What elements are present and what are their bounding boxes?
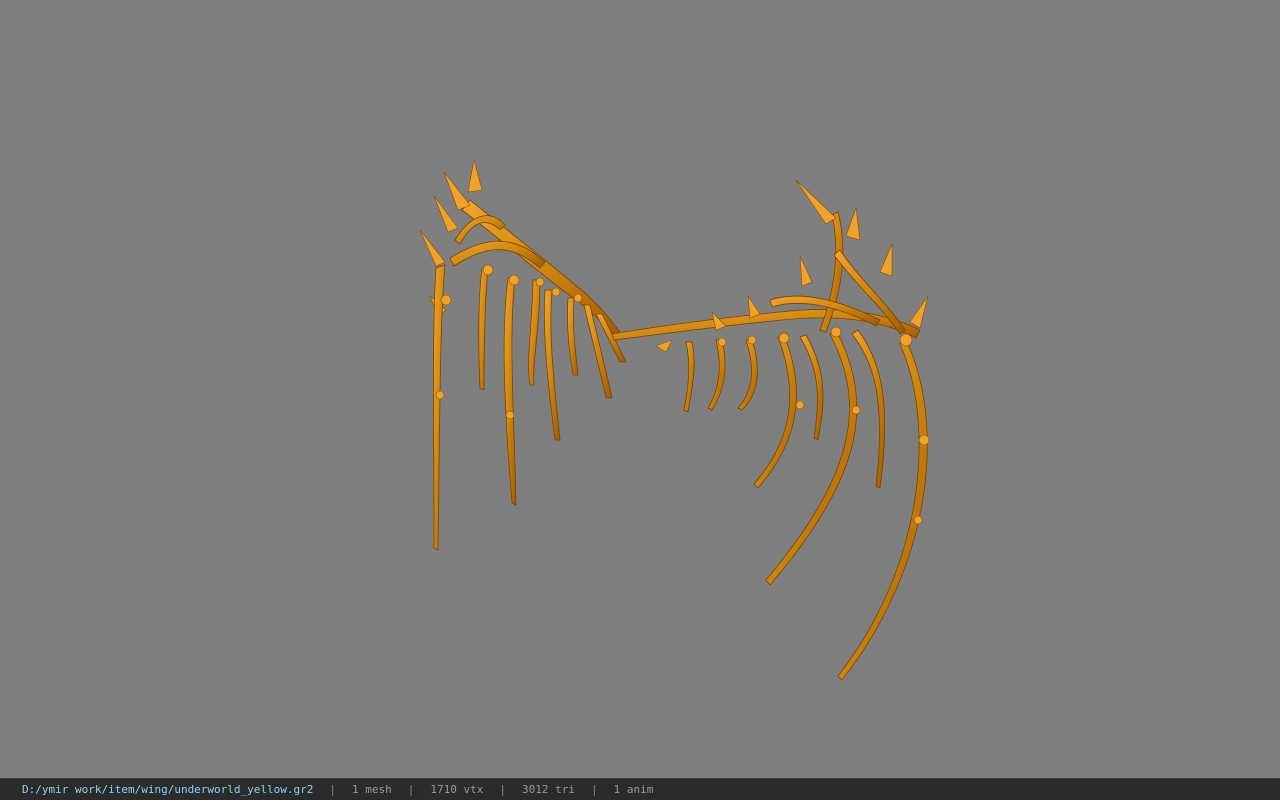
triangle-count: 3012 tri xyxy=(522,783,575,796)
left-wing xyxy=(419,159,627,551)
right-wing xyxy=(611,179,930,681)
file-path: D:/ymir work/item/wing/underworld_yellow… xyxy=(22,783,314,796)
vertex-count: 1710 vtx xyxy=(430,783,484,796)
separator: | xyxy=(591,783,598,796)
3d-viewport[interactable] xyxy=(0,0,1280,778)
anim-count: 1 anim xyxy=(613,783,654,796)
status-bar: D:/ymir work/item/wing/underworld_yellow… xyxy=(0,778,1280,800)
wing-model-render xyxy=(419,159,930,681)
mesh-count: 1 mesh xyxy=(352,783,392,796)
separator: | xyxy=(329,783,337,796)
separator: | xyxy=(499,783,507,796)
separator: | xyxy=(407,783,415,796)
